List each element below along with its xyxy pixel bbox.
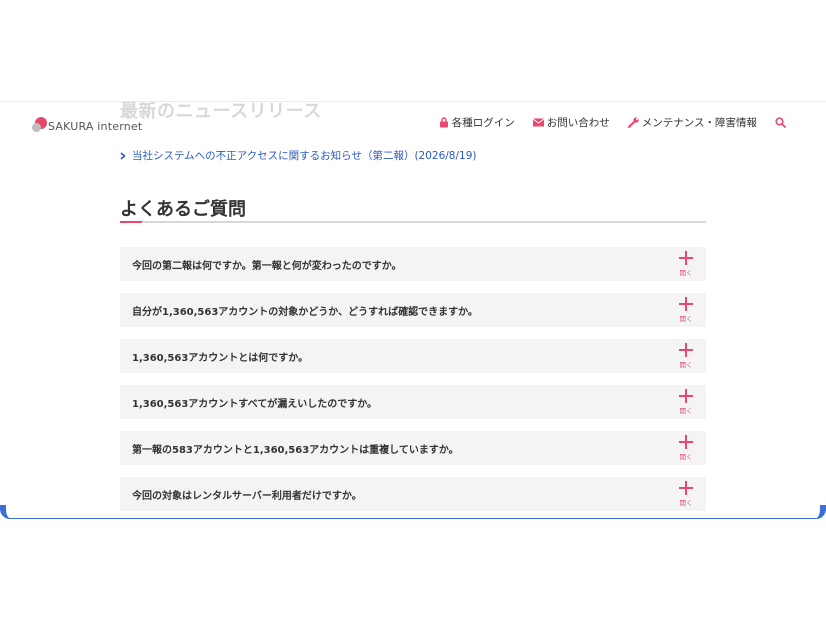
news-link[interactable]: 当社システムへの不正アクセスに関するお知らせ（第二報）(2026/8/19) — [120, 148, 476, 163]
lock-icon — [439, 117, 449, 128]
news-link-text: 当社システムへの不正アクセスに関するお知らせ（第二報）(2026/8/19) — [132, 150, 477, 162]
logo[interactable]: SAKURA internet — [32, 110, 142, 133]
faq-item[interactable]: 1,360,563アカウントすべてが漏えいしたのですか。 開く — [120, 385, 706, 419]
plus-icon — [679, 343, 693, 357]
faq-question: 1,360,563アカウントすべてが漏えいしたのですか。 — [132, 398, 378, 410]
plus-icon — [679, 435, 693, 449]
faq-toggle[interactable]: 開く — [678, 389, 694, 415]
faq-toggle[interactable]: 開く — [678, 297, 694, 323]
site-header: SAKURA internet 各種ログイン お問い合わせ メンテナンス・障害情… — [0, 101, 826, 141]
faq-item[interactable]: 1,360,563アカウントとは何ですか。 開く — [120, 339, 706, 373]
nav-login[interactable]: 各種ログイン — [439, 115, 515, 130]
nav-login-label: 各種ログイン — [451, 117, 515, 129]
faq-list: 今回の第二報は何ですか。第一報と何が変わったのですか。 開く 自分が1,360,… — [120, 247, 706, 519]
search-icon — [775, 117, 786, 128]
faq-toggle-label: 開く — [679, 269, 693, 277]
faq-question: 今回の対象はレンタルサーバー利用者だけですか。 — [132, 490, 362, 502]
plus-icon — [679, 251, 693, 265]
faq-question: 第一報の583アカウントと1,360,563アカウントは重複していますか。 — [132, 444, 459, 456]
faq-toggle[interactable]: 開く — [678, 481, 694, 507]
plus-icon — [679, 389, 693, 403]
nav-contact[interactable]: お問い合わせ — [532, 115, 610, 130]
faq-toggle-label: 開く — [679, 453, 693, 461]
sakura-logo-icon — [32, 117, 48, 133]
browser-viewport: 最新のニュースリリース SAKURA internet 各種ログイン お問い合わ… — [0, 0, 826, 519]
faq-toggle-label: 開く — [679, 407, 693, 415]
faq-question: 自分が1,360,563アカウントの対象かどうか、どうすれば確認できますか。 — [132, 306, 478, 318]
nav-contact-label: お問い合わせ — [546, 117, 610, 129]
faq-toggle[interactable]: 開く — [678, 435, 694, 461]
faq-item[interactable]: 第一報の583アカウントと1,360,563アカウントは重複していますか。 開く — [120, 431, 706, 465]
faq-title: よくあるご質問 — [120, 199, 246, 220]
faq-item[interactable]: 今回の第二報は何ですか。第一報と何が変わったのですか。 開く — [120, 247, 706, 281]
faq-item[interactable]: 今回の対象はレンタルサーバー利用者だけですか。 開く — [120, 477, 706, 511]
search-button[interactable] — [775, 117, 786, 128]
faq-divider — [120, 221, 706, 223]
header-nav: 各種ログイン お問い合わせ メンテナンス・障害情報 — [439, 115, 786, 130]
logo-text: SAKURA internet — [48, 120, 143, 133]
wrench-icon — [627, 117, 639, 128]
nav-maintenance-label: メンテナンス・障害情報 — [641, 117, 757, 129]
nav-maintenance[interactable]: メンテナンス・障害情報 — [627, 115, 757, 130]
faq-toggle-label: 開く — [679, 315, 693, 323]
faq-toggle-label: 開く — [679, 499, 693, 507]
faq-item[interactable]: 自分が1,360,563アカウントの対象かどうか、どうすれば確認できますか。 開… — [120, 293, 706, 327]
faq-toggle[interactable]: 開く — [678, 343, 694, 369]
plus-icon — [679, 297, 693, 311]
chevron-right-icon — [120, 151, 126, 160]
mail-icon — [532, 118, 544, 127]
faq-question: 1,360,563アカウントとは何ですか。 — [132, 352, 309, 364]
faq-toggle-label: 開く — [679, 361, 693, 369]
faq-question: 今回の第二報は何ですか。第一報と何が変わったのですか。 — [132, 260, 402, 272]
plus-icon — [679, 481, 693, 495]
faq-toggle[interactable]: 開く — [678, 251, 694, 277]
